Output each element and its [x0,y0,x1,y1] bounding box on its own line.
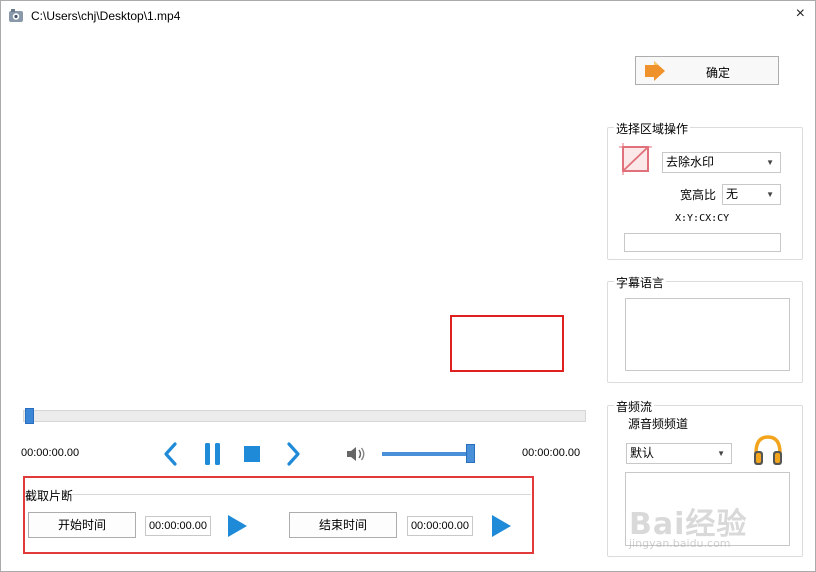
region-operation-legend: 选择区域操作 [614,120,691,137]
app-icon [9,9,23,22]
chevron-down-icon: ▼ [717,449,725,458]
start-time-button[interactable]: 开始时间 [28,512,136,538]
volume-icon[interactable] [345,445,367,463]
selection-rectangle[interactable] [450,315,564,372]
stop-icon[interactable] [243,445,261,463]
current-time: 00:00:00.00 [21,447,80,459]
end-time-field[interactable]: 00:00:00.00 [407,516,473,536]
clip-section-legend: 截取片断 [25,489,74,503]
audio-channel-label: 源音频频道 [628,417,689,431]
window-title: C:\Users\chj\Desktop\1.mp4 [31,9,181,23]
play-start-icon[interactable] [226,514,248,538]
clip-divider [71,494,531,495]
ok-button[interactable]: 确定 [635,56,779,85]
app-window: C:\Users\chj\Desktop\1.mp4 × 00:00:00.00… [0,0,816,572]
coordinates-input[interactable] [624,233,781,252]
operation-select-value: 去除水印 [666,155,715,169]
previous-icon[interactable] [161,441,179,467]
end-time-button[interactable]: 结束时间 [289,512,397,538]
seek-bar[interactable] [23,410,586,422]
audio-legend: 音频流 [614,398,655,415]
chevron-down-icon: ▼ [766,190,774,199]
crop-icon [619,143,652,175]
volume-slider-thumb[interactable] [466,444,475,463]
play-end-icon[interactable] [490,514,512,538]
watermark-url: jingyan.baidu.com [629,537,731,550]
aspect-ratio-select[interactable]: 无 ▼ [722,184,781,205]
coordinates-label: X:Y:CX:CY [675,213,730,224]
audio-channel-value: 默认 [630,446,655,460]
seek-thumb[interactable] [25,408,34,424]
headphones-icon [754,435,782,465]
audio-channel-select[interactable]: 默认 ▼ [626,443,732,464]
aspect-ratio-value: 无 [726,187,739,201]
title-bar: C:\Users\chj\Desktop\1.mp4 × [1,1,815,31]
subtitle-legend: 字幕语言 [614,274,667,291]
subtitle-language-list[interactable] [625,298,790,371]
next-icon[interactable] [285,441,303,467]
close-button[interactable]: × [796,5,805,23]
total-time: 00:00:00.00 [522,447,581,459]
arrow-right-icon [645,61,665,81]
volume-slider-track[interactable] [382,452,474,456]
chevron-down-icon: ▼ [766,158,774,167]
start-time-field[interactable]: 00:00:00.00 [145,516,211,536]
aspect-ratio-label: 宽高比 [680,188,717,202]
ok-label: 确定 [706,66,731,80]
operation-select[interactable]: 去除水印 ▼ [662,152,781,173]
pause-icon[interactable] [203,442,223,466]
